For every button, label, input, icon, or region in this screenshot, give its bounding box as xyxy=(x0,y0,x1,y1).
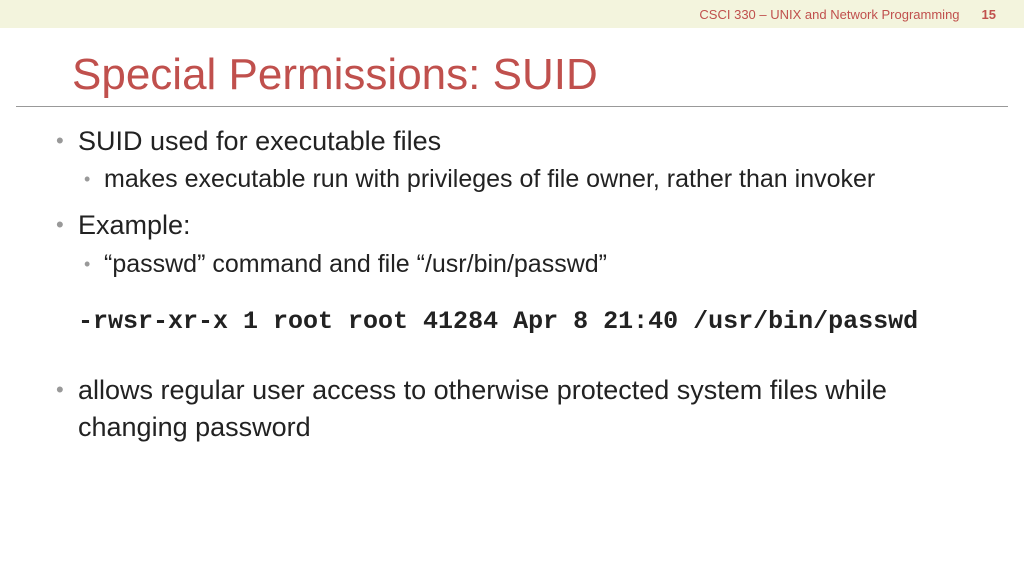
bullet-suid-detail: makes executable run with privileges of … xyxy=(78,163,986,197)
bullet-suid-intro: SUID used for executable files makes exe… xyxy=(56,123,986,197)
bullet-text: SUID used for executable files xyxy=(78,126,441,156)
page-number: 15 xyxy=(982,7,996,22)
slide-header: CSCI 330 – UNIX and Network Programming … xyxy=(0,0,1024,28)
slide-title: Special Permissions: SUID xyxy=(16,28,1008,107)
slide-content: SUID used for executable files makes exe… xyxy=(0,123,1024,445)
course-label: CSCI 330 – UNIX and Network Programming xyxy=(699,7,959,22)
bullet-example-passwd: “passwd” command and file “/usr/bin/pass… xyxy=(78,248,986,282)
bullet-example: Example: “passwd” command and file “/usr… xyxy=(56,207,986,281)
bullet-allows-access: allows regular user access to otherwise … xyxy=(56,372,986,445)
bullet-text: Example: xyxy=(78,210,191,240)
code-listing: -rwsr-xr-x 1 root root 41284 Apr 8 21:40… xyxy=(78,307,986,336)
